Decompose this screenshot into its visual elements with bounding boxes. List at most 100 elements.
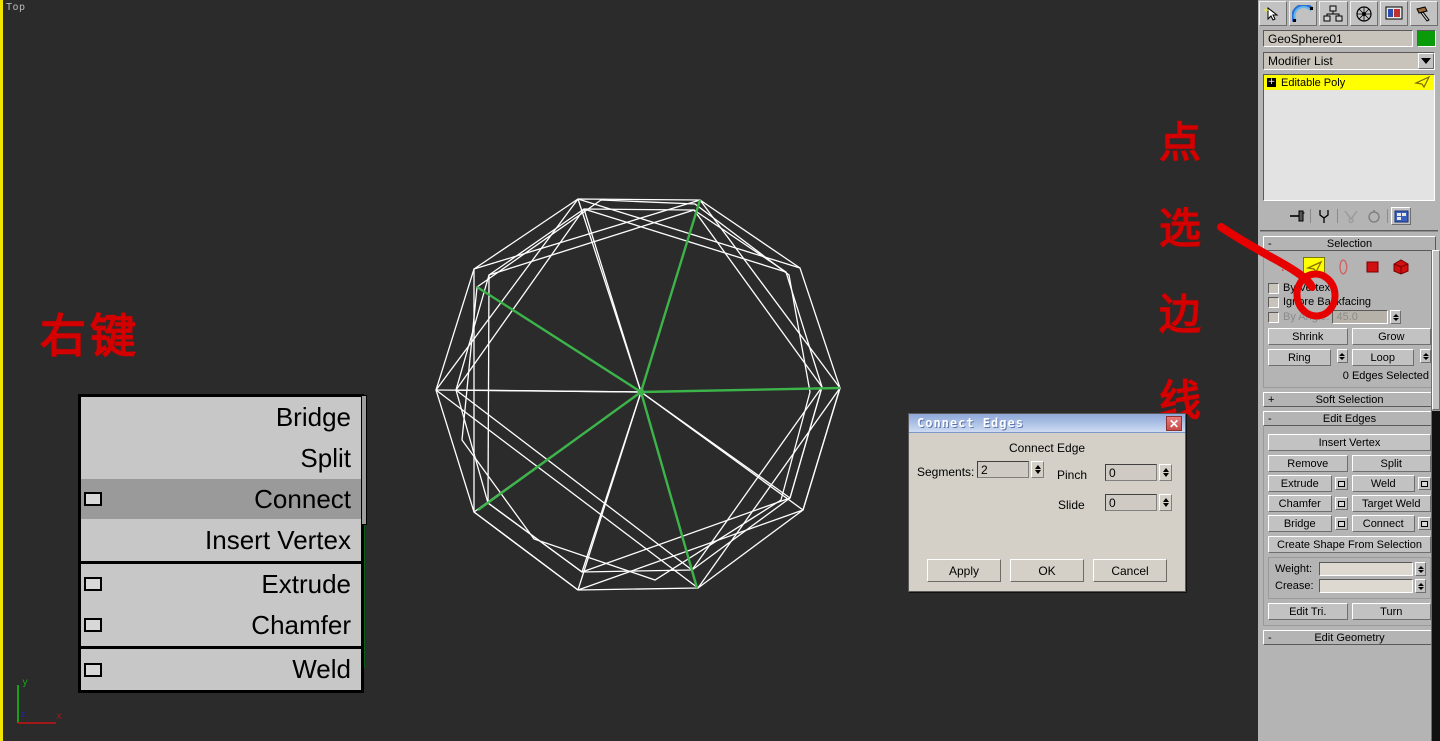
slide-stepper[interactable]: 0 (1105, 494, 1172, 511)
object-color-swatch[interactable] (1417, 30, 1436, 47)
utilities-tab[interactable] (1410, 1, 1438, 26)
crease-spinner[interactable] (1415, 579, 1426, 593)
soft-selection-rollout-header[interactable]: + Soft Selection (1263, 392, 1436, 407)
quad-menu-scrollbar[interactable] (361, 395, 367, 525)
split-button[interactable]: Split (1352, 455, 1432, 472)
extrude-button[interactable]: Extrude (1268, 475, 1332, 492)
grow-button[interactable]: Grow (1352, 328, 1432, 345)
vertex-icon[interactable] (1274, 257, 1296, 276)
rainbow-arc-icon (1292, 5, 1314, 23)
edit-edges-rollout-header[interactable]: - Edit Edges (1263, 411, 1436, 426)
chamfer-settings-icon[interactable] (1335, 497, 1348, 510)
weld-button[interactable]: Weld (1352, 475, 1416, 492)
configure-modifier-sets-icon[interactable] (1391, 207, 1411, 225)
expand-icon[interactable]: + (1268, 394, 1274, 406)
make-unique-icon[interactable] (1341, 207, 1361, 225)
create-shape-from-selection-button[interactable]: Create Shape From Selection (1268, 536, 1431, 553)
by-angle-input[interactable]: 45.0 (1332, 310, 1388, 324)
by-angle-spinner[interactable] (1390, 310, 1401, 324)
object-name-field[interactable]: GeoSphere01 (1263, 30, 1413, 47)
menu-item-weld[interactable]: Weld (81, 649, 361, 690)
menu-item-connect[interactable]: Connect (81, 479, 361, 520)
weight-spinner[interactable] (1415, 562, 1426, 576)
pinch-spinner[interactable] (1159, 464, 1172, 481)
command-panel-scrollbar[interactable] (1431, 250, 1440, 741)
slide-spinner[interactable] (1159, 494, 1172, 511)
element-icon[interactable] (1390, 257, 1412, 276)
connect-button[interactable]: Connect (1352, 515, 1416, 532)
connect-edges-dialog[interactable]: Connect Edges ✕ Connect Edge Segments: 2… (908, 413, 1186, 592)
loop-button[interactable]: Loop (1352, 349, 1415, 366)
polygon-icon[interactable] (1361, 257, 1383, 276)
show-end-result-icon[interactable] (1314, 207, 1334, 225)
collapse-icon[interactable]: - (1268, 632, 1272, 644)
by-angle-checkbox[interactable] (1268, 312, 1279, 323)
menu-item-insert-vertex[interactable]: Insert Vertex (81, 520, 361, 561)
ok-button[interactable]: OK (1010, 559, 1084, 582)
by-vertex-checkbox[interactable] (1268, 283, 1279, 294)
by-vertex-row[interactable]: By Vertex (1268, 282, 1431, 294)
edit-tri-button[interactable]: Edit Tri. (1268, 603, 1348, 620)
connect-settings-icon[interactable] (1418, 517, 1431, 530)
apply-button[interactable]: Apply (927, 559, 1001, 582)
cancel-button[interactable]: Cancel (1093, 559, 1167, 582)
dialog-title-bar[interactable]: Connect Edges ✕ (909, 414, 1185, 433)
ring-spinner[interactable] (1337, 349, 1348, 363)
motion-tab[interactable] (1350, 1, 1378, 26)
segments-spinner[interactable] (1031, 461, 1044, 478)
modify-tab[interactable] (1289, 1, 1317, 26)
quad-context-menu[interactable]: Bridge Split Connect Insert Vertex Extru… (78, 394, 364, 693)
weight-input[interactable] (1319, 562, 1413, 576)
pinch-stepper[interactable]: 0 (1105, 464, 1172, 481)
selection-rollout-header[interactable]: - Selection (1263, 236, 1436, 251)
collapse-icon[interactable]: - (1268, 238, 1272, 250)
remove-button[interactable]: Remove (1268, 455, 1348, 472)
menu-settings-box-icon[interactable] (84, 618, 102, 632)
pin-stack-icon[interactable] (1287, 207, 1307, 225)
target-weld-button[interactable]: Target Weld (1352, 495, 1432, 512)
hierarchy-icon (1323, 5, 1343, 23)
insert-vertex-button[interactable]: Insert Vertex (1268, 434, 1431, 451)
turn-button[interactable]: Turn (1352, 603, 1432, 620)
edge-icon[interactable] (1303, 257, 1325, 276)
scrollbar-thumb[interactable] (1432, 250, 1440, 410)
chevron-down-icon[interactable] (1418, 53, 1434, 69)
by-angle-row[interactable]: By Angle: 45.0 (1268, 310, 1431, 324)
menu-item-chamfer[interactable]: Chamfer (81, 605, 361, 646)
collapse-icon[interactable]: - (1268, 413, 1272, 425)
menu-settings-box-icon[interactable] (84, 577, 102, 591)
modifier-stack[interactable]: + Editable Poly (1263, 74, 1435, 201)
scrollbar-track[interactable] (1432, 411, 1440, 741)
chamfer-button[interactable]: Chamfer (1268, 495, 1332, 512)
shrink-button[interactable]: Shrink (1268, 328, 1348, 345)
crease-input[interactable] (1319, 579, 1413, 593)
menu-item-label: Split (300, 443, 351, 474)
menu-settings-box-icon[interactable] (84, 492, 102, 506)
loop-spinner[interactable] (1420, 349, 1431, 363)
ring-button[interactable]: Ring (1268, 349, 1331, 366)
remove-modifier-icon[interactable] (1364, 207, 1384, 225)
menu-item-bridge[interactable]: Bridge (81, 397, 361, 438)
menu-item-split[interactable]: Split (81, 438, 361, 479)
segments-stepper[interactable]: 2 (977, 461, 1044, 478)
display-tab[interactable] (1380, 1, 1408, 26)
extrude-settings-icon[interactable] (1335, 477, 1348, 490)
ignore-backfacing-row[interactable]: Ignore Backfacing (1268, 296, 1431, 308)
menu-item-extrude[interactable]: Extrude (81, 564, 361, 605)
create-tab[interactable] (1259, 1, 1287, 26)
stack-item-editable-poly[interactable]: + Editable Poly (1264, 75, 1434, 90)
weld-settings-icon[interactable] (1418, 477, 1431, 490)
menu-settings-box-icon[interactable] (84, 663, 102, 677)
close-icon[interactable]: ✕ (1166, 416, 1182, 431)
expand-icon[interactable]: + (1267, 78, 1276, 87)
pinch-input[interactable]: 0 (1105, 464, 1157, 481)
bridge-settings-icon[interactable] (1335, 517, 1348, 530)
slide-input[interactable]: 0 (1105, 494, 1157, 511)
ignore-backfacing-checkbox[interactable] (1268, 297, 1279, 308)
hierarchy-tab[interactable] (1319, 1, 1347, 26)
edit-geometry-rollout-header[interactable]: - Edit Geometry (1263, 630, 1436, 645)
segments-input[interactable]: 2 (977, 461, 1029, 478)
border-icon[interactable] (1332, 257, 1354, 276)
modifier-list-dropdown[interactable]: Modifier List (1263, 52, 1435, 70)
bridge-button[interactable]: Bridge (1268, 515, 1332, 532)
